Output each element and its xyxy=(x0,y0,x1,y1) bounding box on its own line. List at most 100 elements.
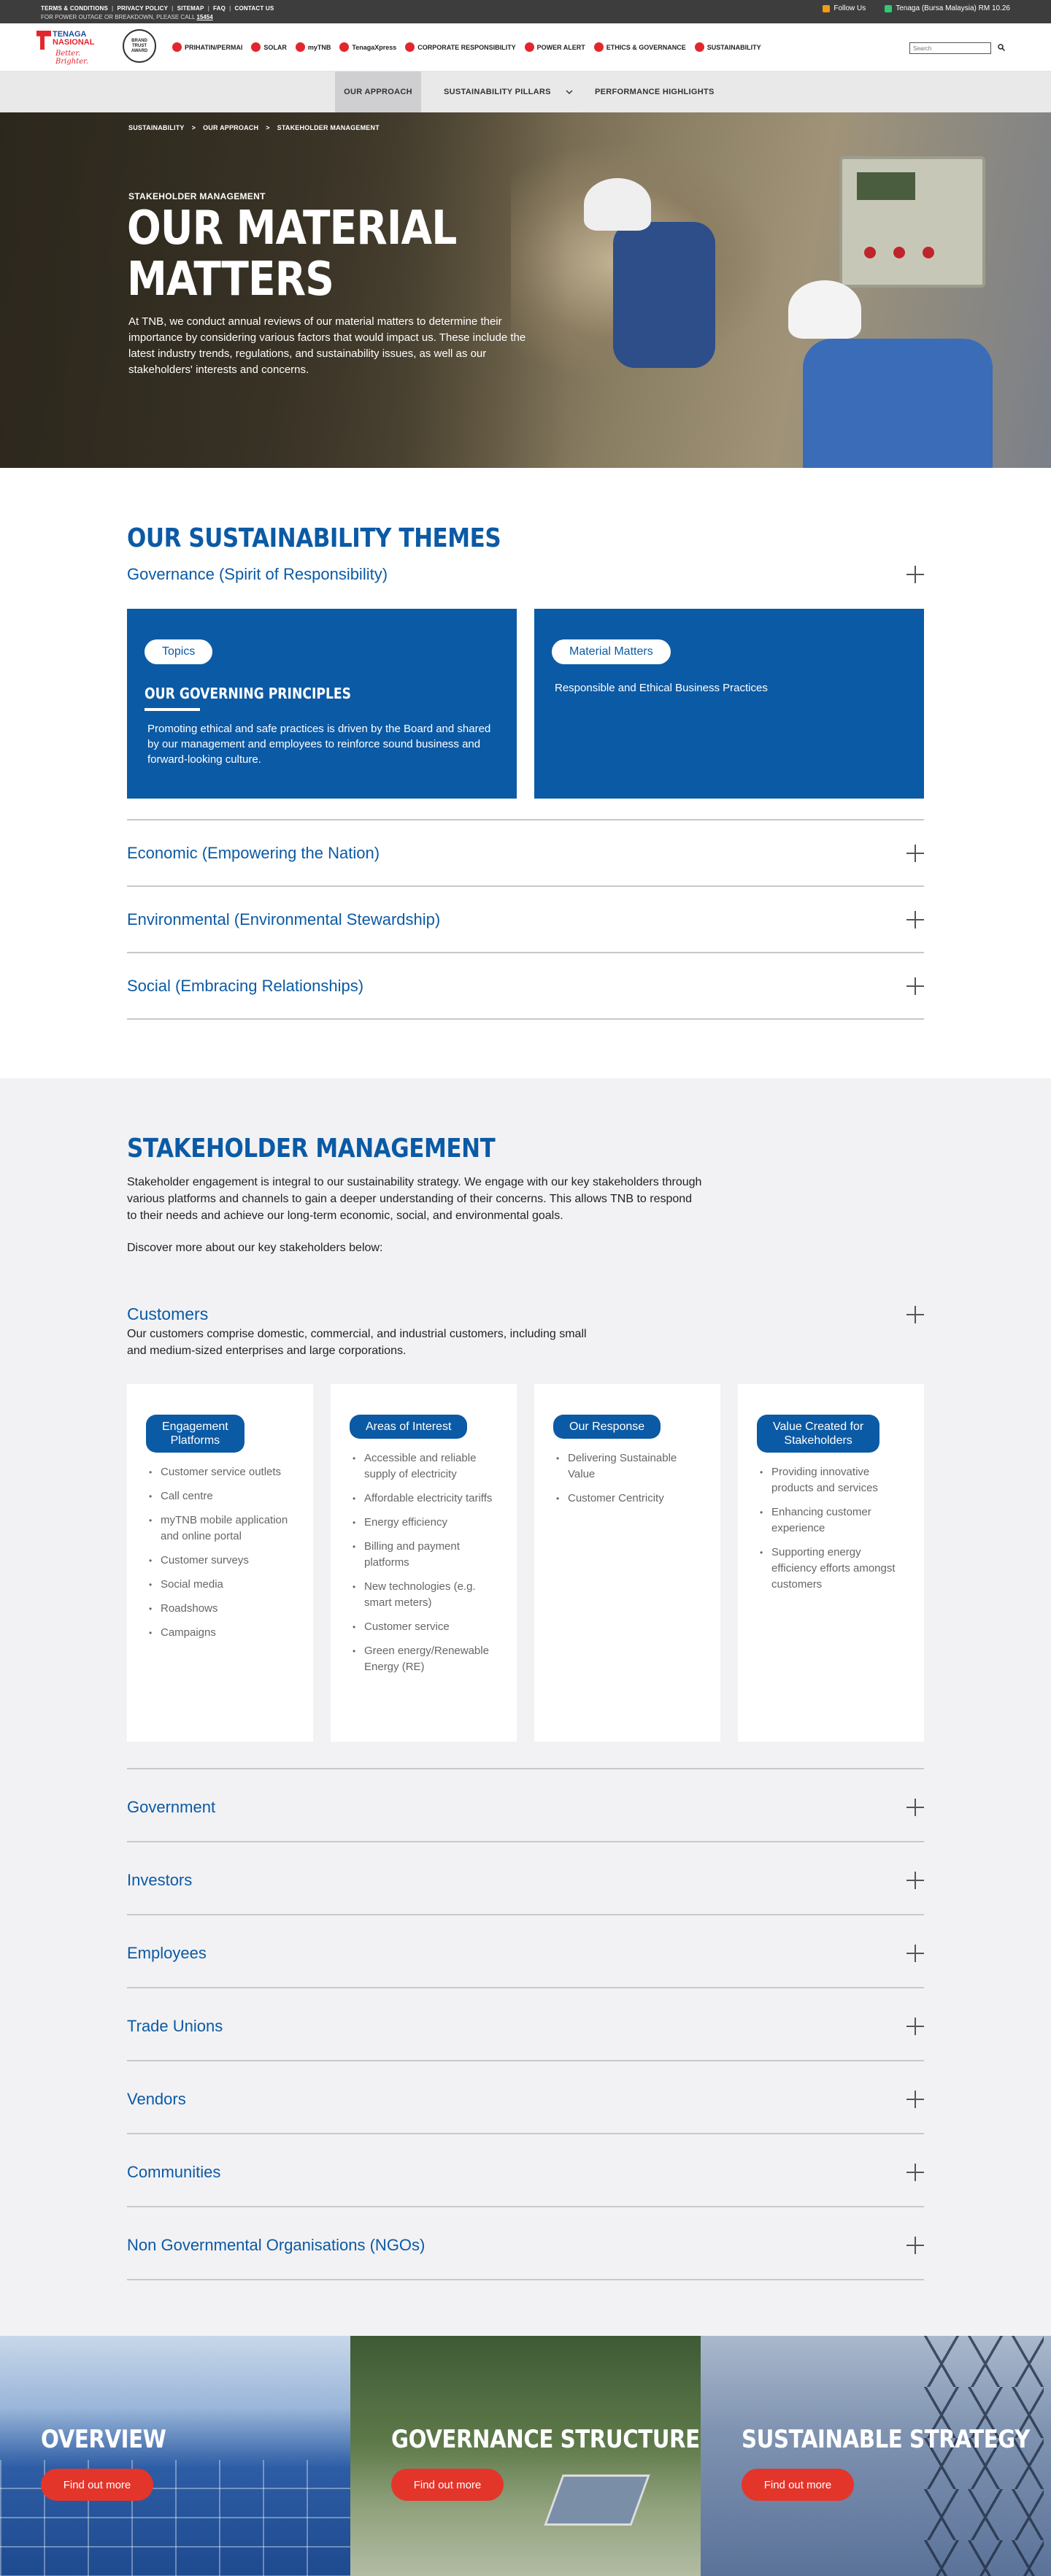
plus-icon[interactable] xyxy=(906,2237,924,2254)
areas-of-interest-card: Areas of Interest Accessible and reliabl… xyxy=(331,1384,517,1742)
worker-helmet xyxy=(788,280,861,339)
search-icon[interactable] xyxy=(998,44,1005,51)
accordion-communities[interactable]: Communities xyxy=(127,2134,924,2207)
plus-icon[interactable] xyxy=(906,977,924,995)
breadcrumb-separator: > xyxy=(191,124,196,131)
plus-icon[interactable] xyxy=(906,2018,924,2035)
accordion-government[interactable]: Government xyxy=(127,1769,924,1842)
nav-prihatin[interactable]: PRIHATIN/PERMAI xyxy=(172,42,242,52)
accordion-environmental[interactable]: Environmental (Environmental Stewardship… xyxy=(127,887,924,953)
plus-icon[interactable] xyxy=(906,1872,924,1889)
plus-icon[interactable] xyxy=(906,1305,924,1323)
accordion-economic[interactable]: Economic (Empowering the Nation) xyxy=(127,820,924,887)
list-item: Billing and payment platforms xyxy=(350,1539,499,1571)
contact-link[interactable]: CONTACT US xyxy=(235,5,274,12)
accordion-header: Non Governmental Organisations (NGOs) xyxy=(127,2236,924,2255)
logo-line2: NASIONAL xyxy=(53,38,95,47)
breadcrumb-our-approach[interactable]: OUR APPROACH xyxy=(203,124,258,131)
follow-label: Follow Us xyxy=(834,4,866,12)
nav-mytnb[interactable]: myTNB xyxy=(295,42,331,52)
accordion-customers-header[interactable]: Customers xyxy=(127,1304,924,1324)
power-alert-icon xyxy=(524,42,534,52)
accordion-title: Vendors xyxy=(127,2090,186,2108)
section-subnav: OUR APPROACH SUSTAINABILITY PILLARS PERF… xyxy=(0,72,1051,112)
governance-structure-tile[interactable]: GOVERNANCE STRUCTURE Find out more xyxy=(350,2336,701,2576)
mytnb-icon xyxy=(295,42,305,52)
card-pill: Areas of Interest xyxy=(350,1415,468,1439)
stakeholder-section: STAKEHOLDER MANAGEMENT Stakeholder engag… xyxy=(0,1078,1051,2336)
related-links-tiles: OVERVIEW Find out more GOVERNANCE STRUCT… xyxy=(0,2336,1051,2576)
nav-power-alert[interactable]: POWER ALERT xyxy=(524,42,585,52)
corporate-responsibility-icon xyxy=(405,42,415,52)
tab-our-approach[interactable]: OUR APPROACH xyxy=(335,72,421,112)
card-pill: Our Response xyxy=(553,1415,661,1439)
privacy-link[interactable]: PRIVACY POLICY xyxy=(118,5,169,12)
utility-bar: TERMS & CONDITIONS | PRIVACY POLICY | SITE… xyxy=(0,0,1051,23)
find-out-more-button[interactable]: Find out more xyxy=(742,2469,854,2501)
breadcrumb-sustainability[interactable]: SUSTAINABILITY xyxy=(128,124,185,131)
plus-icon[interactable] xyxy=(906,2091,924,2108)
accordion-title: Employees xyxy=(127,1944,207,1962)
card-list: Providing innovative products and servic… xyxy=(757,1464,906,1593)
plus-icon[interactable] xyxy=(906,2164,924,2181)
pill-line1: Value Created for xyxy=(773,1420,864,1433)
panel-screen xyxy=(857,172,915,200)
plus-icon[interactable] xyxy=(906,1799,924,1816)
sustainable-strategy-tile[interactable]: SUSTAINABLE STRATEGY Find out more xyxy=(701,2336,1051,2576)
find-out-more-button[interactable]: Find out more xyxy=(391,2469,504,2501)
list-item: Affordable electricity tariffs xyxy=(350,1491,499,1507)
list-item: Providing innovative products and servic… xyxy=(757,1464,906,1496)
card-list: Delivering Sustainable Value Customer Ce… xyxy=(553,1450,703,1507)
nav-corporate-responsibility[interactable]: CORPORATE RESPONSIBILITY xyxy=(405,42,516,52)
tab-sustainability-pillars[interactable]: SUSTAINABILITY PILLARS xyxy=(444,72,573,112)
nav-tenagaxpress[interactable]: TenagaXpress xyxy=(339,42,396,52)
hero-worker-right xyxy=(774,280,993,468)
accordion-governance-header[interactable]: Governance (Spirit of Responsibility) xyxy=(127,553,924,596)
accordion-header: Investors xyxy=(127,1871,924,1890)
sitemap-link[interactable]: SITEMAP xyxy=(177,5,204,12)
heading-underline xyxy=(145,708,200,711)
terms-link[interactable]: TERMS & CONDITIONS xyxy=(41,5,108,12)
breadcrumb: SUSTAINABILITY > OUR APPROACH > STAKEHOL… xyxy=(128,124,380,131)
tab-performance-highlights[interactable]: PERFORMANCE HIGHLIGHTS xyxy=(595,72,715,112)
nav-label: CORPORATE RESPONSIBILITY xyxy=(417,43,516,51)
search-input[interactable] xyxy=(909,42,991,54)
plus-icon[interactable] xyxy=(906,844,924,862)
customers-description: Our customers comprise domestic, commerc… xyxy=(127,1328,587,1357)
plus-icon[interactable] xyxy=(906,1945,924,1962)
customers-panel: EngagementPlatforms Customer service out… xyxy=(127,1384,924,1769)
outage-number[interactable]: 15454 xyxy=(196,14,212,20)
panel-knob xyxy=(893,247,905,258)
nav-label: TenagaXpress xyxy=(352,43,397,51)
accordion-social[interactable]: Social (Embracing Relationships) xyxy=(127,953,924,1020)
card-pill: Engagement Platforms xyxy=(146,1415,245,1453)
site-header: TENAGA NASIONAL Better. Brighter. BRAND … xyxy=(0,23,1051,72)
accordion-investors[interactable]: Investors xyxy=(127,1842,924,1915)
accordion-trade-unions[interactable]: Trade Unions xyxy=(127,1988,924,2061)
follow-us[interactable]: Follow Us xyxy=(823,4,866,12)
plus-icon[interactable] xyxy=(906,910,924,928)
panel-knob xyxy=(864,247,876,258)
logo-tagline: Better. Brighter. xyxy=(55,50,88,66)
page-title-line2: MATTERS xyxy=(127,253,334,307)
nav-label: SUSTAINABILITY xyxy=(707,43,761,51)
accordion-vendors[interactable]: Vendors xyxy=(127,2061,924,2134)
faq-link[interactable]: FAQ xyxy=(213,5,226,12)
engagement-platforms-card: EngagementPlatforms Customer service out… xyxy=(127,1384,313,1742)
overview-tile[interactable]: OVERVIEW Find out more xyxy=(0,2336,350,2576)
solar-icon xyxy=(251,42,261,52)
nav-sustainability[interactable]: SUSTAINABILITY xyxy=(694,42,761,52)
accordion-title: Social (Embracing Relationships) xyxy=(127,976,364,995)
find-out-more-button[interactable]: Find out more xyxy=(41,2469,153,2501)
stakeholder-discover: Discover more about our key stakeholders… xyxy=(127,1242,383,1254)
separator: | xyxy=(112,5,114,12)
list-item: New technologies (e.g. smart meters) xyxy=(350,1579,499,1611)
nav-ethics[interactable]: ETHICS & GOVERNANCE xyxy=(593,42,686,52)
accordion-employees[interactable]: Employees xyxy=(127,1915,924,1988)
outage-text: FOR POWER OUTAGE OR BREAKDOWN, PLEASE CA… xyxy=(41,14,196,20)
stakeholder-title: STAKEHOLDER MANAGEMENT xyxy=(127,1134,496,1164)
tnb-logo[interactable]: TENAGA NASIONAL Better. Brighter. xyxy=(36,29,115,66)
nav-solar[interactable]: SOLAR xyxy=(251,42,287,52)
plus-icon[interactable] xyxy=(906,566,924,583)
accordion-ngos[interactable]: Non Governmental Organisations (NGOs) xyxy=(127,2207,924,2280)
